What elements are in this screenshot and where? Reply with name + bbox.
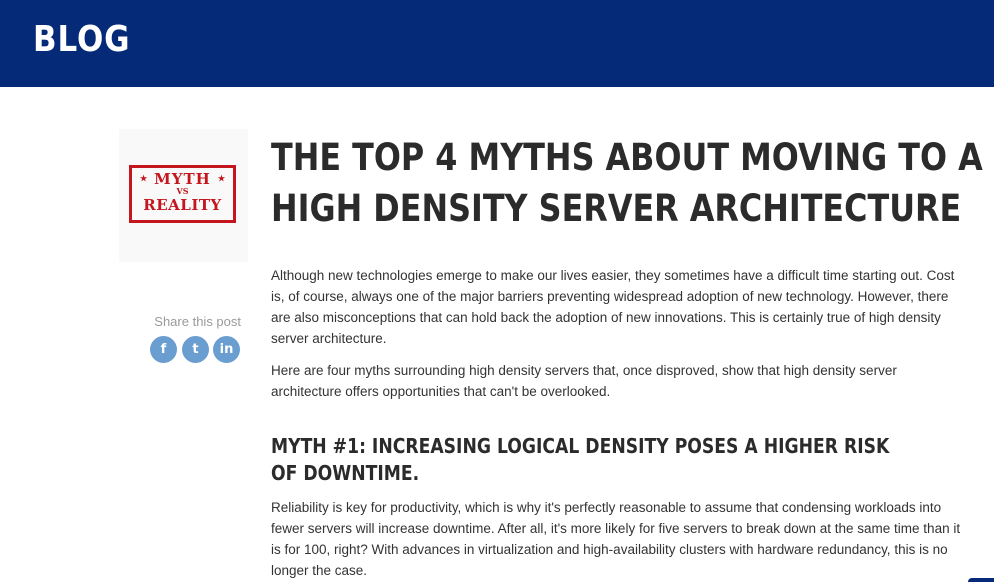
post-thumbnail: ★ ★ MYTH VS REALITY (119, 129, 248, 262)
facebook-icon[interactable]: f (150, 336, 177, 363)
post-paragraph: Although new technologies emerge to make… (271, 268, 955, 346)
post-title-line: THE TOP 4 MYTHS ABOUT MOVING TO A (271, 136, 983, 179)
post-title: THE TOP 4 MYTHS ABOUT MOVING TO A HIGH D… (271, 132, 983, 234)
myth-vs-reality-stamp: ★ ★ MYTH VS REALITY (129, 165, 236, 223)
stamp-text-vs: VS (176, 186, 189, 196)
linkedin-icon[interactable]: in (213, 336, 240, 363)
blog-title[interactable]: BLOG (33, 18, 130, 62)
scroll-to-top-button[interactable] (968, 578, 994, 582)
post-paragraph: Here are four myths surrounding high den… (271, 363, 897, 399)
section-paragraph: Reliability is key for productivity, whi… (271, 500, 961, 578)
section-heading: MYTH #1: INCREASING LOGICAL DENSITY POSE… (271, 434, 890, 485)
stamp-text-bottom: REALITY (143, 196, 222, 214)
post-title-line: HIGH DENSITY SERVER ARCHITECTURE (271, 187, 962, 230)
share-label: Share this post (154, 314, 241, 329)
twitter-icon[interactable]: t (182, 336, 209, 363)
site-header: BLOG (0, 0, 994, 87)
